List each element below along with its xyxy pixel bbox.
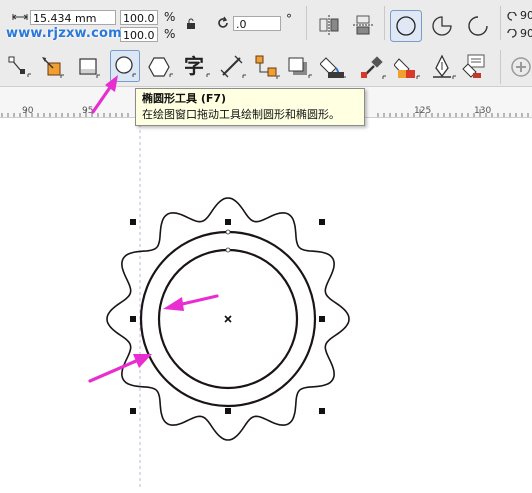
arc-mode-icon[interactable] — [466, 14, 490, 41]
interactive-fill-icon[interactable] — [393, 54, 420, 83]
scale-y-field[interactable]: 100.0 — [120, 27, 158, 42]
divider — [306, 6, 307, 40]
smart-fill-icon[interactable] — [462, 54, 488, 83]
divider — [500, 6, 501, 40]
divider — [500, 50, 501, 84]
text-icon[interactable]: 字 — [182, 52, 212, 83]
ruler-label: 90 — [22, 106, 34, 116]
ruler-label: 130 — [474, 106, 492, 116]
start-angle-icon — [506, 11, 518, 25]
eyedropper-icon[interactable] — [360, 54, 386, 83]
node-marker[interactable] — [225, 247, 231, 253]
ruler-label: 125 — [414, 106, 432, 116]
ellipse-mode-icon[interactable] — [390, 10, 422, 45]
shape-icon[interactable] — [40, 55, 66, 82]
lock-ratio-icon[interactable] — [186, 18, 196, 33]
node-marker[interactable] — [225, 229, 231, 235]
scale-x-field[interactable]: 100.0 — [120, 10, 158, 25]
degree-unit: ° — [286, 12, 292, 26]
center-marker[interactable] — [224, 315, 232, 323]
watermark: www.rjzxw.com — [6, 26, 122, 41]
pick-icon[interactable] — [8, 56, 32, 81]
end-angle-icon — [506, 28, 518, 42]
scale-y-unit: % — [164, 27, 176, 41]
end-angle-value[interactable]: 90 — [520, 27, 532, 40]
start-angle-value[interactable]: 90 — [520, 9, 532, 22]
svg-text:字: 字 — [184, 54, 204, 78]
pie-mode-icon[interactable] — [430, 14, 454, 41]
connector-icon[interactable] — [254, 54, 280, 83]
pen-icon[interactable] — [430, 54, 456, 83]
dimension-icon[interactable] — [220, 55, 246, 82]
tooltip-title: 椭圆形工具 (F7) — [142, 92, 227, 105]
width-icon — [12, 12, 28, 25]
annotation-arrow — [88, 354, 152, 383]
tooltip-description: 在绘图窗口拖动工具绘制圆形和椭圆形。 — [142, 108, 340, 121]
rotate-icon — [216, 16, 230, 33]
scale-x-unit: % — [164, 10, 176, 24]
property-bar: 15.434 mm 100.0 100.0 % % .0 ° 90 90 www… — [0, 0, 532, 47]
ellipse-tool-tooltip: 椭圆形工具 (F7) 在绘图窗口拖动工具绘制圆形和椭圆形。 — [135, 88, 365, 126]
width-field[interactable]: 15.434 mm — [30, 10, 116, 25]
divider — [384, 6, 385, 40]
polygon-icon[interactable] — [148, 56, 174, 81]
mirror-horizontal-icon[interactable] — [318, 14, 340, 39]
toolbox: 字 — [0, 46, 532, 87]
rotation-field[interactable]: .0 — [233, 16, 281, 31]
annotation-arrow — [91, 75, 118, 114]
drawing-canvas[interactable] — [0, 118, 532, 490]
mirror-vertical-icon[interactable] — [352, 14, 374, 39]
drop-shadow-icon[interactable] — [286, 55, 312, 82]
add-icon[interactable] — [510, 56, 532, 81]
fill-icon[interactable] — [319, 54, 346, 83]
annotation-arrow — [163, 294, 219, 311]
